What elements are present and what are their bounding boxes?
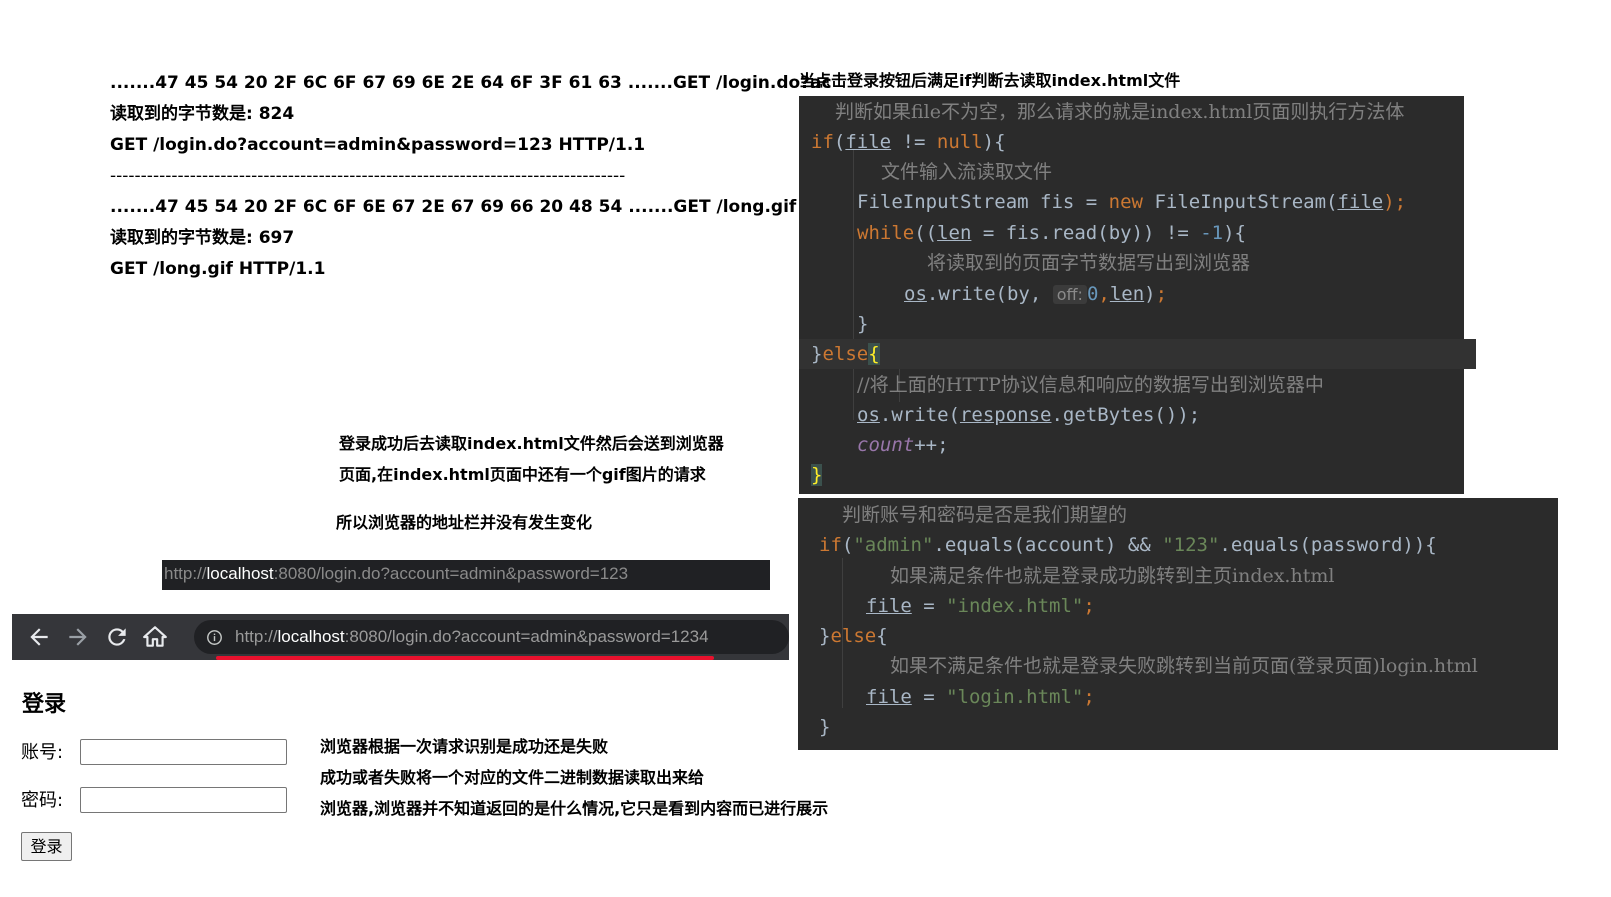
password-input[interactable]: [80, 787, 287, 813]
code-text: ;: [1083, 686, 1095, 708]
parameter-hint: off:: [1052, 285, 1087, 304]
code-string: "123": [1162, 534, 1220, 556]
code-keyword: else: [822, 343, 869, 365]
reload-icon[interactable]: [104, 624, 130, 650]
home-icon[interactable]: [142, 624, 168, 650]
code-variable: file: [1337, 191, 1384, 213]
code-text: );: [1383, 191, 1407, 213]
code-text: !=: [891, 131, 937, 153]
note-browser-2: 成功或者失败将一个对应的文件二进制数据读取出来给: [320, 768, 705, 787]
password-label: 密码:: [21, 790, 64, 811]
note-browser-3: 浏览器,浏览器并不知道返回的是什么情况,它只是看到内容而已进行展示: [320, 799, 829, 818]
code-keyword: if: [819, 534, 842, 556]
code-comment: 如果满足条件也就是登录成功跳转到主页index.html: [890, 565, 1335, 587]
code-text: ){: [1223, 222, 1246, 244]
note-line-request-1: GET /login.do?account=admin&password=123…: [110, 135, 646, 155]
code-text: {: [876, 625, 888, 647]
code-variable: os: [904, 283, 927, 305]
account-label: 账号:: [21, 742, 64, 763]
code-text: .write(by,: [926, 283, 1053, 305]
note-line-bytes-1: 读取到的字节数是: 824: [110, 104, 295, 124]
code-string: "index.html": [946, 595, 1084, 617]
note-address-bar: 所以浏览器的地址栏并没有发生变化: [336, 513, 593, 532]
code-comment: 判断账号和密码是否是我们期望的: [842, 504, 1128, 526]
code-block-login-check: 判断账号和密码是否是我们期望的 if("admin".equals(accoun…: [798, 498, 1558, 750]
code-text: }: [857, 313, 869, 335]
code-comment: 判断如果file不为空，那么请求的就是index.html页面则执行方法体: [835, 101, 1405, 123]
arrow-left-icon[interactable]: [26, 624, 52, 650]
note-line-request-2: GET /long.gif HTTP/1.1: [110, 259, 326, 279]
note-login-success-2: 页面,在index.html页面中还有一个gif图片的请求: [339, 465, 706, 484]
url-host: localhost: [277, 627, 345, 646]
info-icon[interactable]: [206, 629, 223, 646]
note-line-bytes-2: 读取到的字节数是: 697: [110, 228, 295, 248]
code-variable: file: [845, 131, 892, 153]
code-variable: file: [866, 595, 912, 617]
code-text: .equals(password)){: [1219, 534, 1437, 556]
code-text: ;: [1083, 595, 1095, 617]
code-variable: len: [1109, 283, 1145, 305]
code-keyword: while: [857, 222, 915, 244]
code-variable: file: [866, 686, 912, 708]
code-text: .getBytes());: [1051, 404, 1201, 426]
login-button[interactable]: 登录: [21, 832, 72, 861]
address-bar-url: http://localhost:8080/login.do?account=a…: [235, 620, 709, 654]
url-host: localhost: [206, 564, 274, 583]
code-comment: 文件输入流读取文件: [881, 161, 1053, 183]
note-browser-1: 浏览器根据一次请求识别是成功还是失败: [320, 737, 609, 756]
code-matched-brace: }: [811, 464, 823, 486]
code-text: =: [911, 595, 947, 617]
code-variable: response: [959, 404, 1052, 426]
url-scheme: http://: [164, 564, 207, 583]
code-text: FileInputStream(: [1143, 191, 1338, 213]
hex-dump-notes: .......47 45 54 20 2F 6C 6F 67 69 6E 2E …: [110, 68, 832, 285]
code-comment: 将读取到的页面字节数据写出到浏览器: [927, 252, 1251, 274]
code-text: .equals(account) &&: [933, 534, 1163, 556]
url-path: :8080/login.do?account=admin&password=12…: [273, 564, 629, 583]
code-block-file-read: 判断如果file不为空，那么请求的就是index.html页面则执行方法体 if…: [799, 96, 1476, 494]
account-input[interactable]: [80, 739, 287, 765]
url-snippet: http://localhost:8080/login.do?account=a…: [162, 560, 770, 590]
note-login-success-1: 登录成功后去读取index.html文件然后会送到浏览器: [339, 434, 724, 453]
red-underline: [216, 656, 714, 660]
url-scheme: http://: [235, 627, 278, 646]
code-text: }: [811, 343, 823, 365]
code-comment: 如果不满足条件也就是登录失败跳转到当前页面(登录页面)login.html: [890, 655, 1478, 677]
note-separator: ----------------------------------------…: [110, 166, 626, 186]
code-text: }: [819, 716, 831, 738]
code-comment: //将上面的HTTP协议信息和响应的数据写出到浏览器中: [857, 374, 1324, 396]
code-text: ++;: [914, 434, 949, 456]
code-matched-brace: {: [868, 343, 880, 365]
code-heading: 当点击登录按钮后满足if判断去读取index.html文件: [799, 71, 1181, 90]
code-text: ((: [914, 222, 938, 244]
code-text: ){: [982, 131, 1006, 153]
code-variable: len: [937, 222, 972, 244]
code-string: "login.html": [946, 686, 1084, 708]
url-path: :8080/login.do?account=admin&password=12…: [344, 627, 709, 646]
code-keyword: new: [1108, 191, 1143, 213]
address-bar[interactable]: http://localhost:8080/login.do?account=a…: [194, 620, 789, 654]
code-number: -1: [1200, 222, 1224, 244]
code-text: = fis.read(by)) !=: [971, 222, 1201, 244]
code-field: count: [857, 434, 915, 456]
code-number: 0: [1086, 283, 1099, 305]
code-text: =: [911, 686, 947, 708]
code-keyword: if: [811, 131, 834, 153]
browser-toolbar: http://localhost:8080/login.do?account=a…: [12, 614, 789, 660]
note-line-hex-1: .......47 45 54 20 2F 6C 6F 67 69 6E 2E …: [110, 73, 832, 93]
code-text: }: [819, 625, 831, 647]
code-variable: os: [857, 404, 880, 426]
login-heading: 登录: [22, 692, 67, 717]
code-string: "admin": [853, 534, 934, 556]
code-text: FileInputStream fis =: [857, 191, 1109, 213]
arrow-right-icon[interactable]: [65, 624, 91, 650]
code-text: ,: [1098, 283, 1110, 305]
code-keyword: else: [830, 625, 877, 647]
code-keyword: null: [936, 131, 983, 153]
note-line-hex-2: .......47 45 54 20 2F 6C 6F 6E 67 2E 67 …: [110, 197, 829, 217]
